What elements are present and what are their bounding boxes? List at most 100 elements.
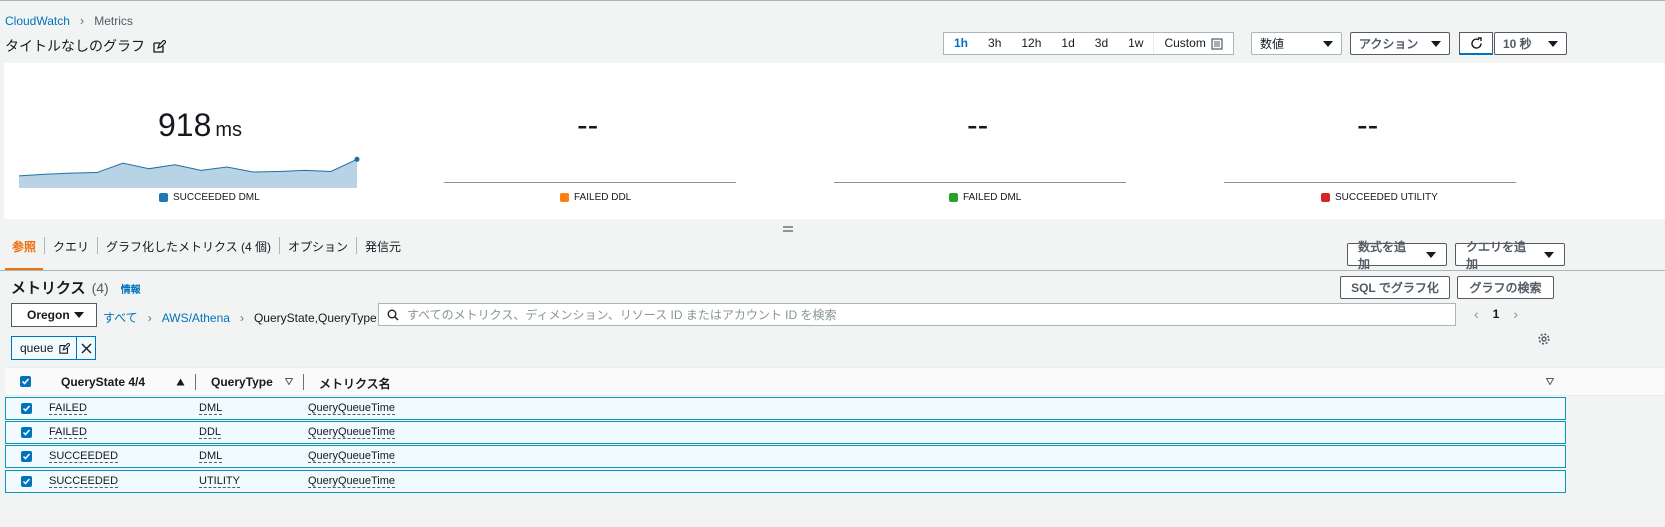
legend-label: FAILED DDL (574, 192, 632, 203)
cell-metric-name[interactable]: QueryQueueTime (308, 402, 396, 415)
breadcrumb: CloudWatch › Metrics (5, 13, 133, 28)
sparkline-last-point (354, 156, 360, 162)
row-checkbox[interactable] (21, 451, 32, 462)
column-header-querystate[interactable]: QueryState 4/4 (61, 375, 145, 389)
refresh-interval-dropdown[interactable]: 10 秒 (1494, 32, 1567, 55)
view-type-select[interactable]: 数値 (1251, 32, 1342, 55)
table-row[interactable]: FAILED DML QueryQueueTime (5, 397, 1566, 420)
tab-source[interactable]: 発信元 (356, 237, 409, 254)
cell-querystate[interactable]: FAILED (49, 402, 87, 415)
preferences-button[interactable] (1537, 332, 1551, 349)
filter-token: queue (11, 336, 97, 360)
legend-swatch (949, 193, 958, 202)
time-range-3d[interactable]: 3d (1085, 33, 1118, 54)
path-namespace-link[interactable]: AWS/Athena (162, 311, 230, 325)
caret-down-icon (1548, 40, 1558, 47)
cell-querytype[interactable]: DML (199, 450, 223, 463)
sort-ascending-icon[interactable] (176, 378, 185, 386)
tab-options[interactable]: オプション (279, 237, 356, 254)
table-row[interactable]: SUCCEEDED UTILITY QueryQueueTime (5, 470, 1566, 493)
table-header: QueryState 4/4 QueryType メトリクス名 (5, 367, 1665, 396)
search-placeholder: すべてのメトリクス、ディメンション、リソース ID またはアカウント ID を検… (407, 308, 837, 322)
cell-querystate[interactable]: SUCCEEDED (49, 475, 119, 488)
next-page-icon[interactable]: › (1513, 306, 1518, 322)
widget-value: -- (577, 107, 599, 143)
search-icon (387, 309, 399, 320)
tab-query[interactable]: クエリ (44, 237, 97, 254)
widget-failed-ddl: -- FAILED DDL (394, 63, 784, 219)
page-number[interactable]: 1 (1493, 307, 1500, 321)
add-math-button[interactable]: 数式を追加 (1347, 240, 1447, 271)
row-checkbox[interactable] (21, 403, 32, 414)
top-divider (0, 0, 1665, 1)
widget-number: 918 (158, 107, 212, 143)
cell-querystate[interactable]: FAILED (49, 426, 87, 439)
widget-unit: ms (215, 119, 243, 141)
legend-item: FAILED DDL (560, 192, 631, 203)
time-range-1h[interactable]: 1h (944, 33, 978, 54)
custom-label: Custom (1164, 36, 1206, 50)
time-range-12h[interactable]: 12h (1011, 33, 1051, 54)
empty-chart-line (834, 182, 1126, 183)
region-select[interactable]: Oregon (11, 303, 97, 327)
path-all-link[interactable]: すべて (103, 309, 138, 326)
add-query-button[interactable]: クエリを追加 (1455, 240, 1565, 271)
cell-metric-name[interactable]: QueryQueueTime (308, 450, 396, 463)
widget-succeeded-utility: -- SUCCEEDED UTILITY (1174, 63, 1564, 219)
widget-failed-dml: -- FAILED DML (784, 63, 1174, 219)
row-checkbox[interactable] (21, 427, 32, 438)
view-type-value: 数値 (1260, 37, 1285, 51)
tab-graphed-metrics[interactable]: グラフ化したメトリクス (4 個) (97, 237, 279, 254)
caret-down-icon (1431, 40, 1441, 47)
add-query-label: クエリを追加 (1466, 239, 1527, 271)
cell-metric-name[interactable]: QueryQueueTime (308, 426, 396, 439)
graph-search-button[interactable]: グラフの検索 (1457, 276, 1554, 299)
row-checkbox[interactable] (21, 476, 32, 487)
time-range-3h[interactable]: 3h (978, 33, 1011, 54)
column-label: QueryType (211, 375, 273, 389)
chevron-right-icon: › (239, 310, 244, 325)
breadcrumb-cloudwatch-link[interactable]: CloudWatch (5, 14, 70, 28)
resize-handle[interactable] (783, 223, 793, 232)
cell-querytype[interactable]: DML (199, 402, 223, 415)
calendar-icon (1211, 37, 1223, 50)
caret-down-icon (1426, 251, 1436, 258)
time-range-1w[interactable]: 1w (1118, 33, 1153, 54)
legend-item: SUCCEEDED DML (159, 192, 260, 203)
graph-search-label: グラフの検索 (1469, 281, 1542, 295)
cell-metric-name[interactable]: QueryQueueTime (308, 475, 396, 488)
sort-icon[interactable] (1546, 378, 1554, 385)
column-label: メトリクス名 (319, 377, 391, 391)
column-header-metric-name[interactable]: メトリクス名 (319, 375, 391, 392)
legend-label: SUCCEEDED UTILITY (1335, 192, 1438, 203)
remove-filter-button[interactable] (77, 337, 95, 359)
sort-icon[interactable] (285, 378, 293, 385)
metric-search-input[interactable]: すべてのメトリクス、ディメンション、リソース ID またはアカウント ID を検… (378, 303, 1456, 326)
refresh-button[interactable] (1459, 32, 1493, 55)
filter-token-value[interactable]: queue (12, 337, 78, 359)
cell-querytype[interactable]: UTILITY (199, 475, 240, 488)
table-row[interactable]: SUCCEEDED DML QueryQueueTime (5, 445, 1566, 468)
chevron-right-icon: › (147, 310, 152, 325)
column-divider (303, 374, 304, 390)
cell-querytype[interactable]: DDL (199, 426, 222, 439)
actions-dropdown[interactable]: アクション (1350, 32, 1450, 55)
tab-browse[interactable]: 参照 (5, 237, 44, 254)
edit-icon[interactable] (153, 38, 167, 53)
sql-graph-button[interactable]: SQL でグラフ化 (1340, 276, 1450, 299)
region-value: Oregon (27, 308, 70, 322)
column-header-querytype[interactable]: QueryType (211, 375, 273, 389)
prev-page-icon[interactable]: ‹ (1474, 306, 1479, 322)
empty-chart-line (1224, 182, 1516, 183)
cell-querystate[interactable]: SUCCEEDED (49, 450, 119, 463)
time-range-custom[interactable]: Custom (1153, 33, 1232, 54)
drag-handle-icon (783, 226, 793, 232)
graph-title-area: タイトルなしのグラフ (5, 36, 167, 56)
select-all-checkbox[interactable] (20, 376, 31, 387)
time-range-1d[interactable]: 1d (1051, 33, 1084, 54)
info-link[interactable]: 情報 (121, 281, 141, 296)
refresh-icon (1470, 36, 1482, 49)
legend-swatch (560, 193, 569, 202)
caret-down-icon (1544, 251, 1554, 258)
table-row[interactable]: FAILED DDL QueryQueueTime (5, 421, 1566, 444)
